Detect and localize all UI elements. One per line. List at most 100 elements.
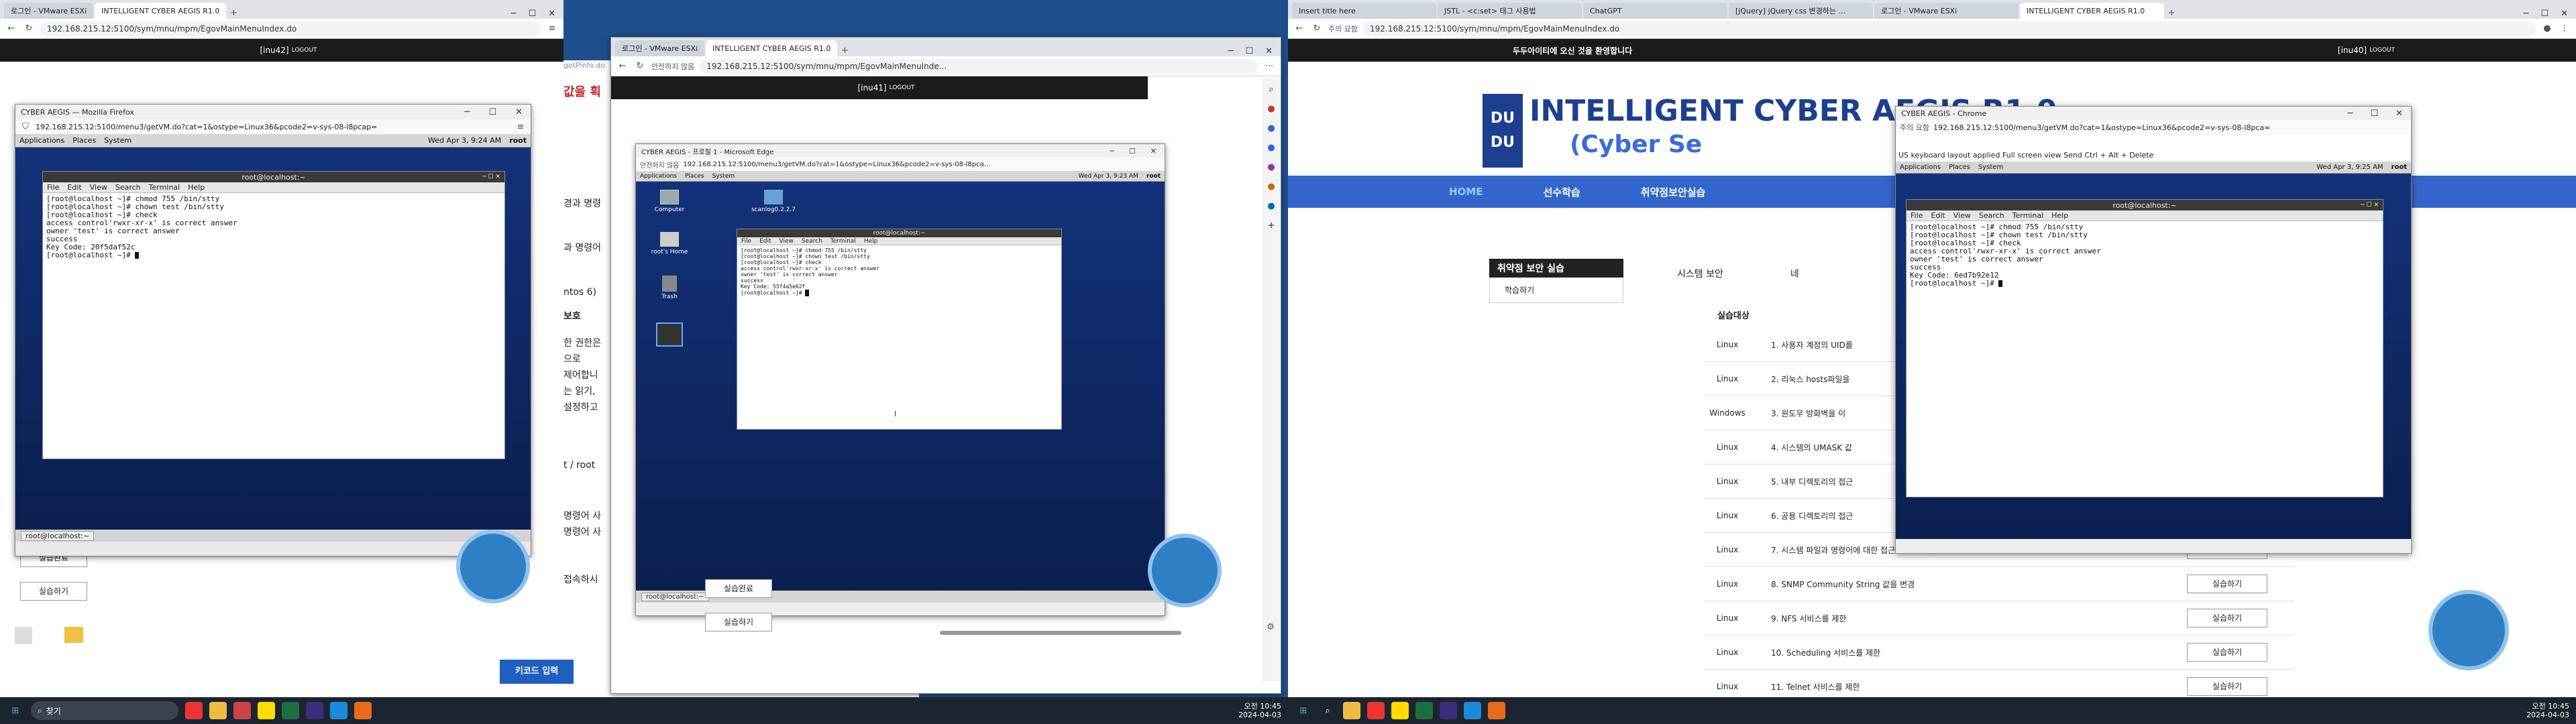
- bag-icon[interactable]: ●: [1267, 104, 1275, 114]
- tab-aegis[interactable]: INTELLIGENT CYBER AEGIS R1.0: [706, 40, 838, 56]
- firefox-url[interactable]: 192.168.215.12:5100/menu3/getVM.do?cat=1…: [36, 123, 511, 131]
- row-action-button[interactable]: 실습하기: [2187, 575, 2267, 593]
- places-menu[interactable]: Places: [72, 136, 96, 145]
- row-action-button[interactable]: 실습하기: [2187, 643, 2267, 662]
- more-icon[interactable]: ⋯: [1263, 60, 1275, 72]
- scrollbar[interactable]: [940, 631, 1181, 635]
- office-icon[interactable]: ●: [1267, 182, 1275, 192]
- settings-icon[interactable]: ⚙: [1265, 621, 1277, 633]
- tab-vmware[interactable]: 로그인 - VMware ESXi: [4, 3, 94, 19]
- reload-icon[interactable]: ↻: [23, 23, 35, 35]
- explorer-icon[interactable]: [1343, 702, 1360, 719]
- new-tab-icon[interactable]: +: [2165, 7, 2178, 19]
- terminal-menu-item[interactable]: Terminal: [830, 238, 856, 245]
- applications-menu[interactable]: Applications: [1900, 164, 1941, 171]
- terminal-menu-item[interactable]: Search: [802, 238, 822, 245]
- clock-time[interactable]: 오전 10:45: [1244, 702, 1281, 711]
- close-icon[interactable]: ✕: [515, 107, 523, 117]
- brand-logo[interactable]: DU DU: [1483, 94, 1523, 168]
- logout-link[interactable]: LOGOUT: [890, 84, 915, 91]
- terminal-menu-item[interactable]: Help: [2051, 211, 2068, 220]
- tab-system-security[interactable]: 시스템 보안: [1677, 267, 1723, 280]
- edge-icon[interactable]: [330, 702, 347, 719]
- terminal-menu-item[interactable]: View: [1953, 211, 1971, 220]
- desktop-icon-computer[interactable]: Computer: [649, 190, 690, 213]
- chatbot-icon[interactable]: [1148, 534, 1222, 607]
- terminal-menu-item[interactable]: View: [90, 183, 107, 192]
- close-icon[interactable]: ✕: [2396, 109, 2403, 119]
- system-menu[interactable]: System: [712, 173, 735, 180]
- close-icon[interactable]: ✕: [548, 9, 555, 19]
- minimize-icon[interactable]: ─: [2524, 9, 2529, 19]
- more-icon[interactable]: ⋮: [2559, 23, 2571, 35]
- security-warning[interactable]: 안전하지 않음: [651, 61, 694, 72]
- window-controls-icon[interactable]: ─ ☐ ✕: [482, 174, 500, 180]
- tab-network[interactable]: 네: [1790, 267, 1799, 280]
- terminal-menu-item[interactable]: File: [47, 183, 59, 192]
- terminal-menu-item[interactable]: Search: [1979, 211, 2004, 220]
- terminal-output[interactable]: [root@localhost ~]# chmod 755 /bin/stty[…: [737, 245, 1061, 298]
- chatbot-icon[interactable]: [456, 530, 530, 603]
- windows-start-icon[interactable]: ⊞: [1295, 702, 1312, 719]
- places-menu[interactable]: Places: [1949, 164, 1970, 171]
- terminal-menu-item[interactable]: Terminal: [2012, 211, 2044, 220]
- minimize-icon[interactable]: ─: [1110, 147, 1114, 156]
- windows-start-icon[interactable]: ⊞: [7, 702, 24, 719]
- search-box[interactable]: ⌕ 찾기: [31, 701, 178, 720]
- new-tab-icon[interactable]: +: [227, 7, 239, 19]
- clock-date[interactable]: 2024-04-03: [2526, 711, 2569, 719]
- terminal-output[interactable]: [root@localhost ~]# chmod 755 /bin/stty[…: [43, 193, 504, 261]
- nav-home[interactable]: HOME: [1449, 186, 1483, 198]
- window-controls-icon[interactable]: ─ ☐ ✕: [2361, 202, 2379, 208]
- terminal-menu-item[interactable]: Edit: [759, 238, 771, 245]
- taskbar-terminal-item[interactable]: root@localhost:~: [641, 592, 709, 601]
- practice-done-button[interactable]: 실습완료: [705, 579, 772, 598]
- desktop-icon[interactable]: uploadfile: [54, 627, 94, 653]
- minimize-icon[interactable]: ─: [511, 9, 517, 19]
- menu-icon[interactable]: ≡: [546, 23, 558, 35]
- maximize-icon[interactable]: ☐: [488, 107, 496, 117]
- practice-button[interactable]: 실습하기: [20, 582, 87, 601]
- applications-menu[interactable]: Applications: [640, 173, 677, 180]
- profile-icon[interactable]: ●: [2541, 23, 2553, 35]
- chrome-icon[interactable]: [1367, 702, 1385, 719]
- terminal-menu-item[interactable]: Edit: [67, 183, 81, 192]
- address-bar[interactable]: 192.168.215.12:5100/sym/mnu/mpm/EgovMain…: [700, 58, 1258, 74]
- popup-url[interactable]: 192.168.215.12:5100/menu3/getVM.do?cat=1…: [1933, 123, 2270, 132]
- outlook-icon[interactable]: ●: [1267, 201, 1275, 211]
- logout-link[interactable]: LOGOUT: [292, 47, 317, 54]
- close-icon[interactable]: ✕: [1150, 147, 1157, 156]
- row-action-button[interactable]: 실습하기: [2187, 609, 2267, 627]
- desktop-icon-trash[interactable]: Trash: [649, 276, 690, 300]
- explorer-icon[interactable]: [209, 702, 227, 719]
- terminal-menu-item[interactable]: File: [741, 238, 751, 245]
- tab[interactable]: 로그인 - VMware ESXi: [1874, 3, 2019, 19]
- back-icon[interactable]: ←: [1293, 23, 1305, 35]
- terminal-menu-item[interactable]: Help: [864, 238, 878, 245]
- tab[interactable]: [jQuery] jQuery css 변경하는 ...: [1729, 3, 1873, 19]
- maximize-icon[interactable]: ☐: [1245, 46, 1253, 56]
- security-warning[interactable]: 안전하지 않음: [640, 160, 679, 170]
- games-icon[interactable]: ●: [1267, 162, 1275, 172]
- security-warning[interactable]: 주의 요함: [1328, 23, 1358, 34]
- reload-icon[interactable]: ↻: [1311, 23, 1323, 35]
- nav-prelearning[interactable]: 선수학습: [1543, 185, 1580, 199]
- minimize-icon[interactable]: ─: [465, 107, 470, 117]
- clock-date[interactable]: 2024-04-03: [1238, 711, 1281, 719]
- back-icon[interactable]: ←: [5, 23, 17, 35]
- places-menu[interactable]: Places: [685, 173, 704, 180]
- system-menu[interactable]: System: [1978, 164, 2003, 171]
- search-icon[interactable]: ⌕: [1269, 84, 1273, 95]
- maximize-icon[interactable]: ☐: [1129, 147, 1136, 156]
- back-icon[interactable]: ←: [616, 60, 629, 72]
- close-icon[interactable]: ✕: [2561, 9, 2568, 19]
- clock-time[interactable]: 오전 10:45: [2532, 702, 2569, 711]
- person-icon[interactable]: ●: [1267, 143, 1275, 153]
- tools-icon[interactable]: ●: [1267, 123, 1275, 133]
- desktop-icon-folder[interactable]: scanlog0.2.2.7: [750, 190, 797, 213]
- maximize-icon[interactable]: ☐: [2370, 109, 2378, 119]
- tab[interactable]: JSTL - <c:set> 태그 사용법: [1438, 3, 1582, 19]
- address-bar[interactable]: 192.168.215.12:5100/sym/mnu/mpm/EgovMain…: [1362, 21, 2536, 36]
- terminal-output[interactable]: [root@localhost ~]# chmod 755 /bin/stty[…: [1907, 221, 2383, 290]
- reload-icon[interactable]: ↻: [634, 60, 646, 72]
